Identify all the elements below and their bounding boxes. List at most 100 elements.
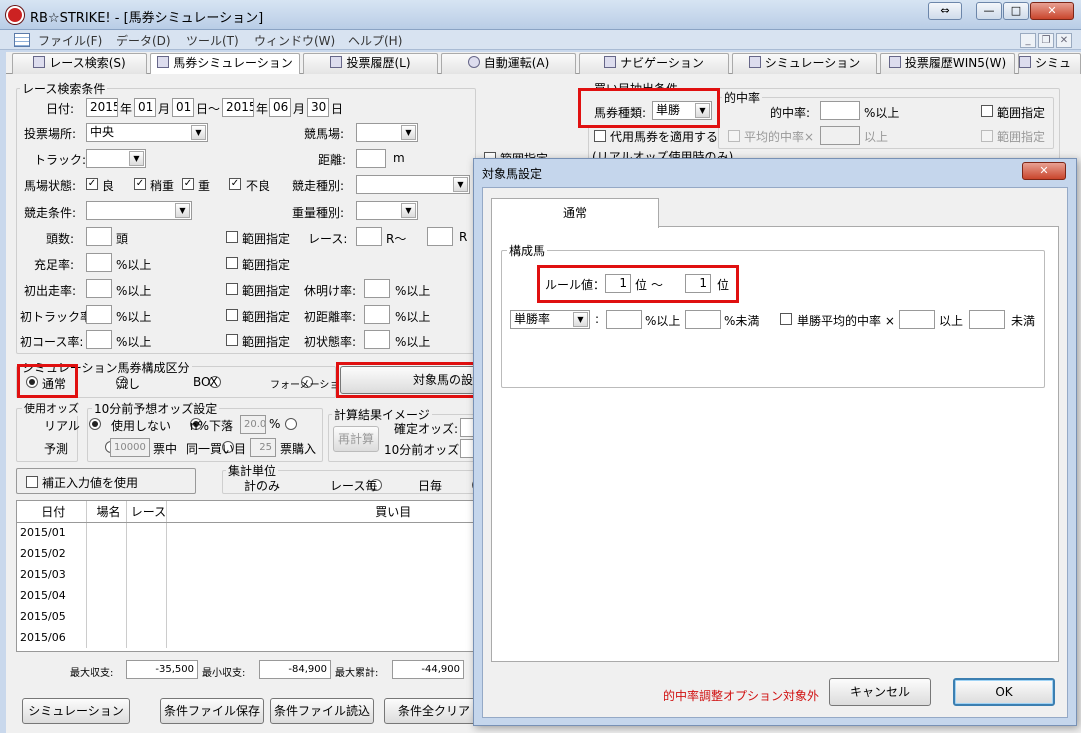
cell-venue[interactable]	[86, 585, 128, 606]
tab-simulation-win5[interactable]: シミュレーションWIN5(I)	[732, 53, 877, 89]
ok-button[interactable]: OK	[953, 678, 1055, 706]
table-row[interactable]: 2015/02	[17, 543, 475, 564]
race-to-input[interactable]	[427, 227, 453, 246]
avg-hit-checkbox[interactable]	[728, 130, 740, 142]
condition-select[interactable]: ▼	[86, 201, 192, 220]
ground-good-checkbox[interactable]: ✓	[86, 178, 98, 190]
heads-input[interactable]	[86, 227, 112, 246]
hit-range-checkbox[interactable]	[981, 105, 993, 117]
cell-race[interactable]	[126, 543, 168, 564]
table-row[interactable]: 2015/03	[17, 564, 475, 585]
first-run-input[interactable]	[86, 279, 112, 298]
metric-select[interactable]: 単勝率 ▼	[510, 310, 590, 329]
column-header-bet[interactable]: 買い目	[166, 501, 475, 523]
close-button[interactable]: ✕	[1030, 2, 1074, 20]
table-row[interactable]: 2015/06	[17, 627, 475, 648]
menu-tools[interactable]: ツール(T)	[186, 32, 239, 49]
odds10-count-input[interactable]: 25	[250, 438, 276, 457]
composition-normal-radio[interactable]	[26, 376, 38, 388]
to-month-input[interactable]: 06	[269, 98, 291, 117]
save-conditions-button[interactable]: 条件ファイル保存	[160, 698, 264, 724]
cell-date[interactable]: 2015/02	[17, 543, 88, 564]
tab-auto-run[interactable]: 自動運転(A)	[441, 53, 576, 74]
ground-heavy-checkbox[interactable]: ✓	[182, 178, 194, 190]
bet-type-select[interactable]: 単勝 ▼	[652, 101, 712, 120]
tab-vote-history[interactable]: 投票履歴(L)	[303, 53, 438, 74]
menu-window[interactable]: ウィンドウ(W)	[254, 32, 335, 49]
cell-bet[interactable]	[166, 522, 475, 543]
first-state-input[interactable]	[364, 330, 390, 349]
tab-normal[interactable]: 通常	[491, 198, 659, 228]
from-month-input[interactable]: 01	[134, 98, 156, 117]
rest-rate-input[interactable]	[364, 279, 390, 298]
cell-date[interactable]: 2015/06	[17, 627, 88, 648]
cell-race[interactable]	[126, 585, 168, 606]
from-year-input[interactable]: 2015	[86, 98, 118, 117]
cell-date[interactable]: 2015/05	[17, 606, 88, 627]
mdi-close-button[interactable]: ✕	[1056, 33, 1072, 48]
target-horse-settings-button[interactable]: 対象馬の設	[340, 366, 476, 394]
odds10-drop-radio[interactable]	[284, 418, 297, 430]
to-year-input[interactable]: 2015	[222, 98, 254, 117]
fill-range-checkbox[interactable]	[226, 257, 238, 269]
tab-vote-history-win5[interactable]: 投票履歴WIN5(W)	[880, 53, 1015, 74]
to-day-input[interactable]: 30	[307, 98, 329, 117]
cell-bet[interactable]	[166, 606, 475, 627]
cell-race[interactable]	[126, 564, 168, 585]
ground-slightly-heavy-checkbox[interactable]: ✓	[134, 178, 146, 190]
avg-hit-input[interactable]	[820, 126, 860, 145]
cell-date[interactable]: 2015/04	[17, 585, 88, 606]
recalc-button[interactable]: 再計算	[333, 426, 379, 452]
tab-navigation-win5[interactable]: ナビゲーションWIN5(N)	[579, 53, 729, 89]
odds10-drop-input[interactable]: 20.0	[240, 415, 266, 434]
restore-window-button[interactable]: ⇔	[928, 2, 962, 20]
race-from-input[interactable]	[356, 227, 382, 246]
load-conditions-button[interactable]: 条件ファイル読込	[270, 698, 374, 724]
fill-rate-input[interactable]	[86, 253, 112, 272]
avg-hit-checkbox[interactable]	[780, 313, 792, 325]
rule-from-input[interactable]: 1	[605, 274, 631, 293]
maximize-button[interactable]: □	[1003, 2, 1029, 20]
clear-conditions-button[interactable]: 条件全クリア	[384, 698, 484, 724]
from-day-input[interactable]: 01	[172, 98, 194, 117]
avg-range-checkbox[interactable]	[981, 130, 993, 142]
minimize-button[interactable]: —	[976, 2, 1002, 20]
tab-simulation[interactable]: 馬券シミュレーション(B)	[150, 53, 300, 89]
venue-select[interactable]: 中央 ▼	[86, 123, 208, 142]
cell-race[interactable]	[126, 522, 168, 543]
simulate-button[interactable]: シミュレーション	[22, 698, 130, 724]
cell-race[interactable]	[126, 606, 168, 627]
cell-race[interactable]	[126, 627, 168, 648]
cancel-button[interactable]: キャンセル	[829, 678, 931, 706]
dialog-close-button[interactable]: ✕	[1022, 162, 1066, 180]
first-run-range-checkbox[interactable]	[226, 283, 238, 295]
heads-range-checkbox[interactable]	[226, 231, 238, 243]
hit-rate-input[interactable]	[820, 101, 860, 120]
track-select[interactable]: ▼	[86, 149, 146, 168]
cell-date[interactable]: 2015/03	[17, 564, 88, 585]
metric-min-input[interactable]	[606, 310, 642, 329]
ground-bad-checkbox[interactable]: ✓	[229, 178, 241, 190]
cell-venue[interactable]	[86, 627, 128, 648]
avg-hit-max-input[interactable]	[969, 310, 1005, 329]
first-track-range-checkbox[interactable]	[226, 309, 238, 321]
column-header-venue[interactable]: 場名	[86, 501, 128, 523]
document-icon[interactable]	[14, 33, 30, 47]
cell-bet[interactable]	[166, 627, 475, 648]
mdi-restore-button[interactable]: ❐	[1038, 33, 1054, 48]
race-type-select[interactable]: ▼	[356, 175, 470, 194]
cell-date[interactable]: 2015/01	[17, 522, 88, 543]
column-header-race[interactable]: レース	[126, 501, 168, 523]
odds10-amount-input[interactable]: 10000	[110, 438, 150, 457]
first-track-input[interactable]	[86, 305, 112, 324]
weight-select[interactable]: ▼	[356, 201, 418, 220]
rule-to-input[interactable]: 1	[685, 274, 711, 293]
mdi-minimize-button[interactable]: _	[1020, 33, 1036, 48]
menu-data[interactable]: データ(D)	[116, 32, 171, 49]
correction-checkbox[interactable]	[26, 476, 38, 488]
metric-max-input[interactable]	[685, 310, 721, 329]
table-row[interactable]: 2015/01	[17, 522, 475, 543]
course-select[interactable]: ▼	[356, 123, 418, 142]
distance-input[interactable]	[356, 149, 386, 168]
cell-venue[interactable]	[86, 564, 128, 585]
